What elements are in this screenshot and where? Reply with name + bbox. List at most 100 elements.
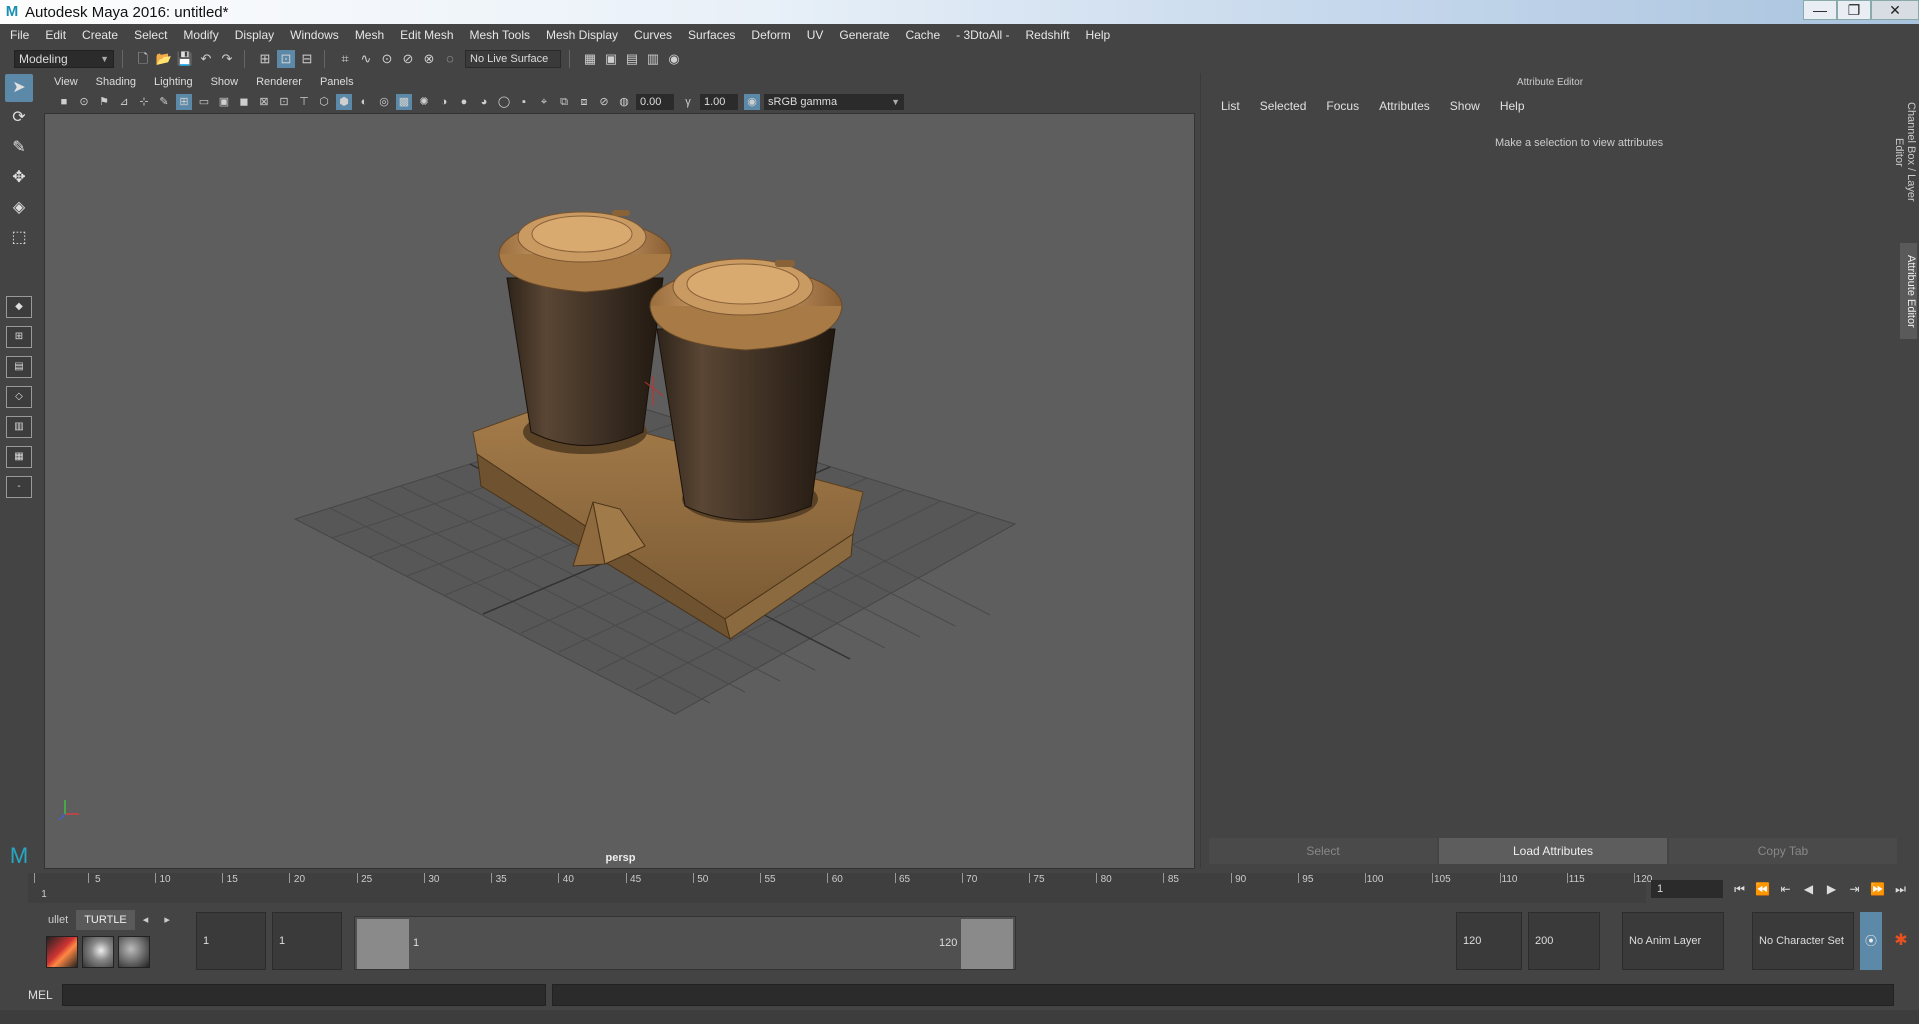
safe-action-icon[interactable]: ⊡ xyxy=(276,94,292,110)
go-to-start-icon[interactable]: ⏮ xyxy=(1728,878,1751,900)
gamma-field[interactable]: 1.00 xyxy=(700,94,738,110)
character-set-dropdown[interactable]: No Character Set xyxy=(1752,912,1854,970)
undo-icon[interactable]: ↶ xyxy=(197,50,215,68)
exposure-icon[interactable]: ◍ xyxy=(616,94,632,110)
rotate-tool-icon[interactable]: ◈ xyxy=(5,194,33,222)
shelf-tab-bullet[interactable]: ullet xyxy=(40,910,76,930)
safe-title-icon[interactable]: ⊤ xyxy=(296,94,312,110)
menu-mesh[interactable]: Mesh xyxy=(355,28,384,42)
maximize-button[interactable]: ❐ xyxy=(1837,0,1871,20)
attr-menu-focus[interactable]: Focus xyxy=(1326,99,1359,117)
step-back-frame-icon[interactable]: ⇤ xyxy=(1774,878,1797,900)
menu-file[interactable]: File xyxy=(10,28,29,42)
shelf-tab-next-icon[interactable]: ▸ xyxy=(156,910,178,930)
isolate-select-icon[interactable]: ⌖ xyxy=(536,94,552,110)
shelf-tab-prev-icon[interactable]: ◂ xyxy=(135,910,157,930)
menu-edit[interactable]: Edit xyxy=(45,28,66,42)
command-language-label[interactable]: MEL xyxy=(28,988,53,1002)
2d-pan-zoom-icon[interactable]: ⊹ xyxy=(136,94,152,110)
menu-edit-mesh[interactable]: Edit Mesh xyxy=(400,28,453,42)
new-scene-icon[interactable]: 🗋 xyxy=(134,50,152,68)
menu-modify[interactable]: Modify xyxy=(183,28,218,42)
attr-menu-list[interactable]: List xyxy=(1221,99,1240,117)
panel-menu-panels[interactable]: Panels xyxy=(320,76,354,88)
close-button[interactable]: ✕ xyxy=(1871,0,1919,20)
shadows-icon[interactable]: ◑ xyxy=(436,94,452,110)
select-component-icon[interactable]: ⊟ xyxy=(298,50,316,68)
play-backward-icon[interactable]: ◀ xyxy=(1797,878,1820,900)
collapse-toolbox-icon[interactable]: - xyxy=(6,476,32,498)
menu-help[interactable]: Help xyxy=(1086,28,1111,42)
hypershade-icon[interactable]: ◉ xyxy=(665,50,683,68)
select-hierarchy-icon[interactable]: ⊞ xyxy=(256,50,274,68)
resolution-gate-icon[interactable]: ▣ xyxy=(216,94,232,110)
paint-select-tool-icon[interactable]: ✎ xyxy=(5,134,33,162)
wireframe-on-shaded-icon[interactable]: ◐ xyxy=(356,94,372,110)
persp-graph-layout-icon[interactable]: ◇ xyxy=(6,386,32,408)
menu-set-dropdown[interactable]: Modeling ▼ xyxy=(14,50,114,68)
panel-menu-renderer[interactable]: Renderer xyxy=(256,76,302,88)
playback-start-field[interactable]: 1 xyxy=(272,912,342,970)
baking-icon[interactable] xyxy=(82,936,114,968)
gate-mask-icon[interactable]: ◼ xyxy=(236,94,252,110)
time-slider[interactable]: 1 5 10 15 20 25 30 35 40 45 50 55 60 65 70 75 80 85 90 95 10… xyxy=(28,873,1652,903)
menu-deform[interactable]: Deform xyxy=(751,28,790,42)
menu-redshift[interactable]: Redshift xyxy=(1026,28,1070,42)
menu-uv[interactable]: UV xyxy=(807,28,824,42)
exposure-field[interactable]: 0.00 xyxy=(636,94,674,110)
menu-mesh-display[interactable]: Mesh Display xyxy=(546,28,618,42)
color-management-icon[interactable]: ◉ xyxy=(744,94,760,110)
tab-channel-box[interactable]: Channel Box / Layer Editor xyxy=(1893,87,1917,217)
menu-curves[interactable]: Curves xyxy=(634,28,672,42)
attr-menu-selected[interactable]: Selected xyxy=(1260,99,1307,117)
select-button[interactable]: Select xyxy=(1209,838,1437,864)
menu-windows[interactable]: Windows xyxy=(290,28,339,42)
auto-key-icon[interactable]: ⦿ xyxy=(1860,912,1882,970)
ipr-render-icon[interactable]: ▤ xyxy=(623,50,641,68)
gamma-icon[interactable]: γ xyxy=(680,94,696,110)
range-slider[interactable]: 1 120 xyxy=(354,916,1016,970)
step-back-key-icon[interactable]: ⏪ xyxy=(1751,878,1774,900)
mel-command-input[interactable] xyxy=(62,984,546,1006)
single-view-layout-icon[interactable]: ◆ xyxy=(6,296,32,318)
hypershade-layout-icon[interactable]: ▦ xyxy=(6,446,32,468)
persp-outliner-layout-icon[interactable]: ▥ xyxy=(6,416,32,438)
playback-end-field[interactable]: 120 xyxy=(1456,912,1522,970)
load-attributes-button[interactable]: Load Attributes xyxy=(1439,838,1667,864)
motion-blur-icon[interactable]: ◕ xyxy=(476,94,492,110)
four-view-layout-icon[interactable]: ⊞ xyxy=(6,326,32,348)
render-view-icon[interactable]: ▦ xyxy=(581,50,599,68)
panel-menu-shading[interactable]: Shading xyxy=(96,76,136,88)
snap-grid-icon[interactable]: ⌗ xyxy=(336,50,354,68)
animation-preferences-icon[interactable]: ✱ xyxy=(1888,912,1914,970)
start-time-field[interactable]: 1 xyxy=(196,912,266,970)
lasso-tool-icon[interactable]: ⟳ xyxy=(5,104,33,132)
field-chart-icon[interactable]: ⊠ xyxy=(256,94,272,110)
material-sphere-icon[interactable] xyxy=(118,936,150,968)
anti-aliasing-icon[interactable]: ◯ xyxy=(496,94,512,110)
grid-icon[interactable]: ⊞ xyxy=(176,94,192,110)
menu-generate[interactable]: Generate xyxy=(839,28,889,42)
menu-select[interactable]: Select xyxy=(134,28,167,42)
lights-icon[interactable]: ✺ xyxy=(416,94,432,110)
snap-view-plane-icon[interactable]: ⊘ xyxy=(399,50,417,68)
menu-create[interactable]: Create xyxy=(82,28,118,42)
bookmark-icon[interactable]: ⚑ xyxy=(96,94,112,110)
render-icon[interactable] xyxy=(46,936,78,968)
wireframe-icon[interactable]: ⬡ xyxy=(316,94,332,110)
render-frame-icon[interactable]: ▣ xyxy=(602,50,620,68)
snap-point-icon[interactable]: ⊙ xyxy=(378,50,396,68)
range-end-handle[interactable] xyxy=(961,919,1013,969)
camera-icon[interactable]: ■ xyxy=(56,94,72,110)
shelf-tab-turtle[interactable]: TURTLE xyxy=(76,910,135,930)
scale-tool-icon[interactable]: ⬚ xyxy=(5,224,33,252)
snap-live-icon[interactable]: ⊗ xyxy=(420,50,438,68)
current-frame-field[interactable]: 1 xyxy=(1651,880,1723,898)
panel-menu-view[interactable]: View xyxy=(54,76,78,88)
menu-display[interactable]: Display xyxy=(235,28,274,42)
save-scene-icon[interactable]: 💾 xyxy=(176,50,194,68)
xray-active-icon[interactable]: ⧈ xyxy=(576,94,592,110)
film-gate-icon[interactable]: ▭ xyxy=(196,94,212,110)
image-plane-icon[interactable]: ⊿ xyxy=(116,94,132,110)
move-tool-icon[interactable]: ✥ xyxy=(5,164,33,192)
